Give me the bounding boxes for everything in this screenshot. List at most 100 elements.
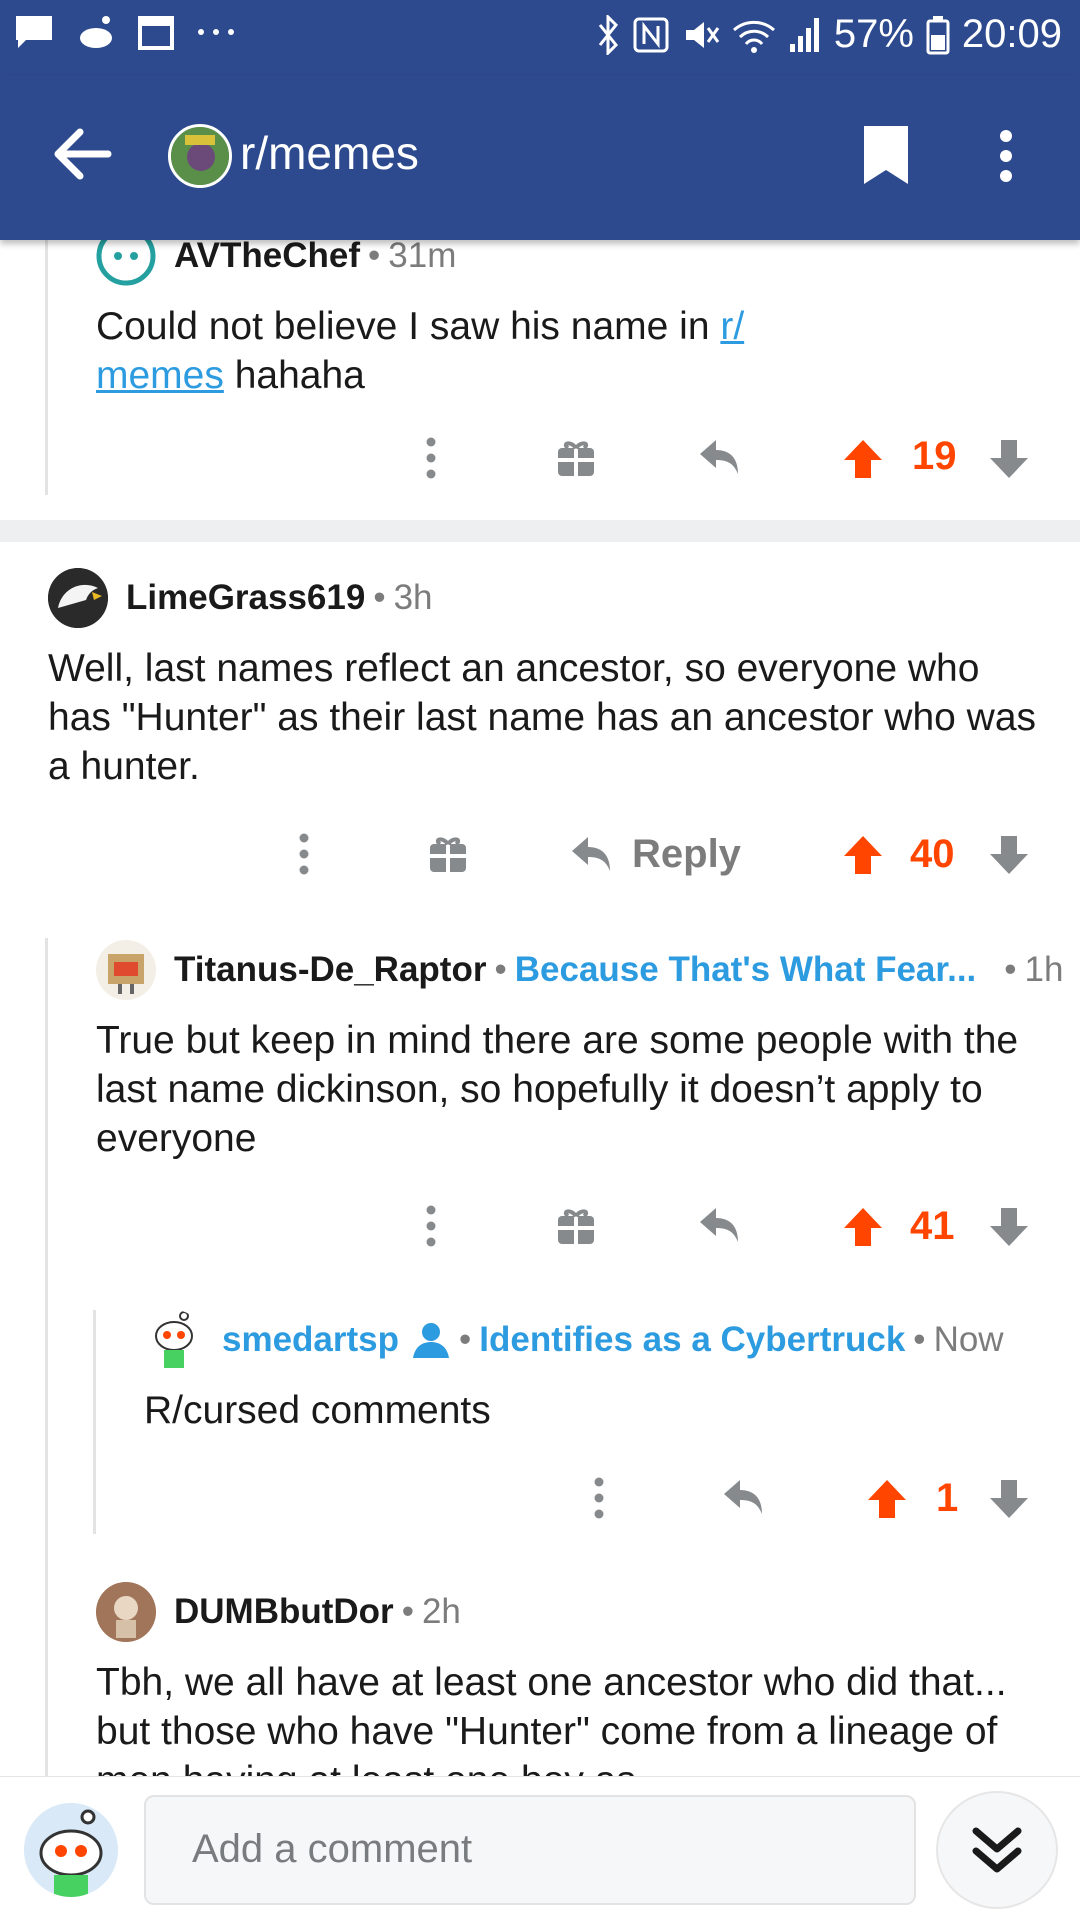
comment-author[interactable]: Titanus-De_Raptor (174, 950, 486, 990)
bookmark-button[interactable] (862, 124, 910, 191)
upvote-arrow-icon (844, 1208, 882, 1246)
upvote-button[interactable] (842, 1206, 884, 1248)
upvote-button[interactable] (866, 1478, 908, 1520)
mute-icon (685, 21, 720, 48)
vertical-dots-icon (426, 1205, 436, 1247)
more-options-button[interactable] (424, 1204, 438, 1248)
reply-button[interactable]: Reply (570, 832, 741, 877)
comment-age: Now (933, 1320, 1004, 1359)
app-bar: r/memes (0, 76, 1080, 240)
back-button[interactable] (52, 126, 112, 187)
vertical-dots-icon (426, 437, 436, 479)
vote-score: 19 (912, 434, 957, 478)
my-avatar[interactable] (24, 1803, 118, 1897)
downvote-arrow-icon (990, 440, 1028, 478)
comment-actions: Reply 40 (0, 830, 1080, 880)
comment-author[interactable]: LimeGrass619 (126, 578, 365, 618)
downvote-button[interactable] (988, 1478, 1030, 1520)
op-user-icon (413, 1323, 450, 1358)
downvote-button[interactable] (988, 1206, 1030, 1248)
reply-icon (572, 836, 610, 871)
clock: 20:09 (961, 12, 1062, 56)
award-button[interactable] (556, 1206, 596, 1246)
comment-actions: 19 (0, 434, 1080, 486)
vote-score: 41 (910, 1204, 955, 1248)
reply-icon (724, 1480, 762, 1514)
reply-icon (700, 1208, 738, 1242)
comment-body: R/cursed comments (144, 1389, 491, 1432)
overflow-menu-icon (1000, 130, 1012, 182)
battery-percent: 57% (833, 12, 914, 56)
gift-icon (558, 441, 594, 476)
avatar[interactable] (48, 568, 108, 628)
reply-button[interactable] (698, 1206, 742, 1246)
award-button[interactable] (556, 438, 596, 478)
comment-age: 1h (1024, 950, 1064, 989)
separator-dot: • (459, 1320, 472, 1359)
vertical-dots-icon (594, 1477, 604, 1519)
more-options-button[interactable] (592, 1476, 606, 1520)
comment-smedartsp: smedartsp • Identifies as a Cybertruck •… (144, 1310, 1044, 1435)
comment-author[interactable]: smedartsp (222, 1320, 399, 1360)
comment-titanus-de-raptor: Titanus-De_Raptor • Because That's What … (96, 940, 1063, 1163)
comment-age: 31m (388, 236, 457, 275)
bookmark-icon (864, 126, 908, 184)
status-bar: 57% 20:09 (0, 0, 1080, 76)
comment-limegrass619: LimeGrass619 • 3h Well, last names refle… (48, 568, 1038, 791)
downvote-arrow-icon (990, 1480, 1028, 1518)
comment-author[interactable]: DUMBbutDor (174, 1592, 394, 1632)
battery-icon (926, 15, 950, 54)
collapse-comments-button[interactable] (936, 1791, 1058, 1909)
separator-dot: • (373, 578, 386, 617)
add-comment-placeholder: Add a comment (192, 1827, 473, 1871)
double-chevron-down-icon (972, 1827, 1022, 1873)
upvote-button[interactable] (842, 438, 884, 480)
comment-age: 2h (421, 1592, 461, 1631)
thread-line[interactable] (45, 938, 48, 1776)
upvote-arrow-icon (844, 836, 882, 874)
comment-body: Could not believe I saw his name in r/ m… (96, 305, 745, 397)
downvote-button[interactable] (988, 834, 1030, 876)
reply-button[interactable] (698, 438, 742, 478)
upvote-button[interactable] (842, 834, 884, 876)
comment-age: 3h (393, 578, 433, 617)
calendar-icon (138, 16, 174, 50)
comment-body: True but keep in mind there are some peo… (96, 1019, 1019, 1160)
user-flair[interactable]: Because That's What Fear... (515, 950, 977, 990)
separator-dot: • (1004, 950, 1017, 989)
gift-icon (430, 837, 466, 872)
more-dots-icon (198, 29, 234, 35)
separator-dot: • (401, 1592, 414, 1631)
signal-icon (789, 17, 819, 52)
wifi-icon (732, 20, 775, 53)
subreddit-avatar[interactable] (168, 124, 232, 188)
gift-icon (558, 1209, 594, 1244)
user-flair[interactable]: Identifies as a Cybertruck (479, 1320, 905, 1360)
reply-icon (700, 440, 738, 474)
vote-score: 40 (910, 832, 955, 876)
overflow-menu-button[interactable] (998, 128, 1014, 189)
subreddit-title[interactable]: r/memes (240, 126, 419, 180)
back-arrow-icon (54, 128, 112, 180)
nfc-icon (633, 17, 669, 52)
reply-label[interactable]: Reply (632, 832, 741, 877)
comment-author[interactable]: AVTheChef (174, 236, 360, 276)
bluetooth-icon (598, 14, 618, 55)
comment-body: Tbh, we all have at least one ancestor w… (96, 1661, 1007, 1776)
award-button[interactable] (428, 834, 468, 874)
add-comment-input[interactable]: Add a comment (144, 1795, 916, 1905)
comment-actions: 41 (0, 1202, 1080, 1252)
avatar[interactable] (96, 1582, 156, 1642)
more-options-button[interactable] (424, 436, 438, 480)
upvote-arrow-icon (844, 440, 882, 478)
downvote-button[interactable] (988, 438, 1030, 480)
vote-score: 1 (936, 1476, 959, 1520)
reply-button[interactable] (722, 1478, 766, 1518)
comment-dumbbutdor: DUMBbutDor • 2h Tbh, we all have at leas… (96, 1582, 1041, 1776)
avatar[interactable] (144, 1310, 204, 1370)
more-options-button[interactable] (297, 832, 311, 876)
comment-body: Well, last names reflect an ancestor, so… (48, 647, 1037, 788)
vertical-dots-icon (299, 833, 309, 875)
avatar[interactable] (96, 940, 156, 1000)
downvote-arrow-icon (990, 1208, 1028, 1246)
